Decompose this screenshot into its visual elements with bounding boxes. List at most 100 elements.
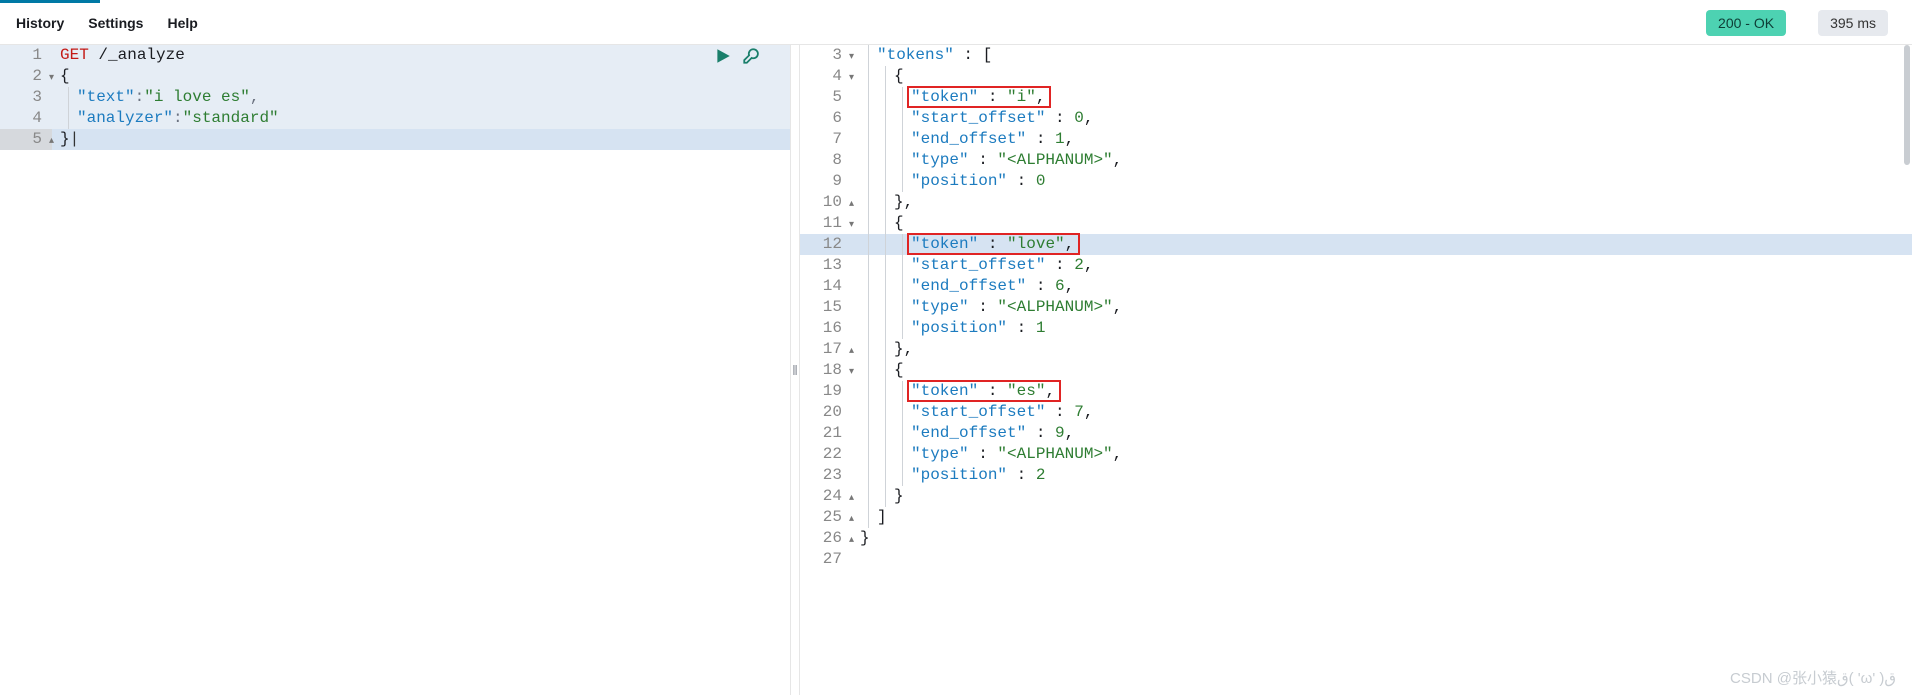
gutter-line-number: 25▴ — [800, 507, 852, 528]
response-line[interactable]: 20"start_offset" : 7, — [800, 402, 1912, 423]
response-line[interactable]: 11▾{ — [800, 213, 1912, 234]
code-content[interactable]: }| — [52, 129, 790, 150]
response-line[interactable]: 24▴} — [800, 486, 1912, 507]
request-line[interactable]: 4"analyzer":"standard" — [0, 108, 790, 129]
response-line[interactable]: 25▴] — [800, 507, 1912, 528]
response-line[interactable]: 27 — [800, 549, 1912, 570]
play-icon[interactable] — [714, 47, 732, 68]
gutter-line-number: 24▴ — [800, 486, 852, 507]
request-line[interactable]: 3"text":"i love es", — [0, 87, 790, 108]
gutter-line-number: 3 — [0, 87, 52, 108]
request-line[interactable]: 5▴}| — [0, 129, 790, 150]
response-line[interactable]: 18▾{ — [800, 360, 1912, 381]
code-content[interactable]: "token" : "i", — [852, 87, 1912, 108]
code-content[interactable]: "token" : "es", — [852, 381, 1912, 402]
response-line[interactable]: 4▾{ — [800, 66, 1912, 87]
code-content[interactable]: "end_offset" : 9, — [852, 423, 1912, 444]
code-content[interactable]: "end_offset" : 1, — [852, 129, 1912, 150]
code-content[interactable]: "analyzer":"standard" — [52, 108, 790, 129]
gutter-line-number: 3▾ — [800, 45, 852, 66]
code-content[interactable]: "type" : "<ALPHANUM>", — [852, 444, 1912, 465]
code-content[interactable]: { — [852, 213, 1912, 234]
gutter-line-number: 18▾ — [800, 360, 852, 381]
gutter-line-number: 10▴ — [800, 192, 852, 213]
gutter-line-number: 5 — [800, 87, 852, 108]
response-line[interactable]: 10▴}, — [800, 192, 1912, 213]
gutter-line-number: 15 — [800, 297, 852, 318]
gutter-line-number: 2▾ — [0, 66, 52, 87]
code-content[interactable]: "start_offset" : 2, — [852, 255, 1912, 276]
code-content[interactable]: } — [852, 486, 1912, 507]
response-line[interactable]: 7"end_offset" : 1, — [800, 129, 1912, 150]
code-content[interactable]: { — [852, 360, 1912, 381]
wrench-icon[interactable] — [742, 47, 760, 68]
code-content[interactable]: ] — [852, 507, 1912, 528]
gutter-line-number: 12 — [800, 234, 852, 255]
code-content[interactable]: "text":"i love es", — [52, 87, 790, 108]
menu-history[interactable]: History — [16, 15, 64, 31]
response-line[interactable]: 23"position" : 2 — [800, 465, 1912, 486]
code-content[interactable]: "tokens" : [ — [852, 45, 1912, 66]
gutter-line-number: 21 — [800, 423, 852, 444]
code-content[interactable]: "start_offset" : 7, — [852, 402, 1912, 423]
code-content[interactable]: "position" : 2 — [852, 465, 1912, 486]
gutter-line-number: 27 — [800, 549, 852, 570]
response-line[interactable]: 16"position" : 1 — [800, 318, 1912, 339]
gutter-line-number: 17▴ — [800, 339, 852, 360]
gutter-line-number: 26▴ — [800, 528, 852, 549]
response-line[interactable]: 3▾"tokens" : [ — [800, 45, 1912, 66]
request-line[interactable]: 1GET /_analyze — [0, 45, 790, 66]
response-line[interactable]: 14"end_offset" : 6, — [800, 276, 1912, 297]
gutter-line-number: 16 — [800, 318, 852, 339]
response-line[interactable]: 12"token" : "love", — [800, 234, 1912, 255]
code-content[interactable]: "end_offset" : 6, — [852, 276, 1912, 297]
response-line[interactable]: 9"position" : 0 — [800, 171, 1912, 192]
gutter-line-number: 11▾ — [800, 213, 852, 234]
timing-badge: 395 ms — [1818, 10, 1888, 36]
response-line[interactable]: 21"end_offset" : 9, — [800, 423, 1912, 444]
code-content[interactable]: { — [852, 66, 1912, 87]
gutter-line-number: 8 — [800, 150, 852, 171]
response-line[interactable]: 15"type" : "<ALPHANUM>", — [800, 297, 1912, 318]
code-content[interactable]: }, — [852, 192, 1912, 213]
gutter-line-number: 9 — [800, 171, 852, 192]
response-line[interactable]: 17▴}, — [800, 339, 1912, 360]
request-line[interactable]: 2▾{ — [0, 66, 790, 87]
request-editor[interactable]: 1GET /_analyze2▾{3"text":"i love es",4"a… — [0, 45, 790, 695]
tab-indicator — [0, 0, 100, 3]
code-content[interactable]: "position" : 1 — [852, 318, 1912, 339]
code-content[interactable]: "position" : 0 — [852, 171, 1912, 192]
code-content[interactable]: }, — [852, 339, 1912, 360]
gutter-line-number: 4 — [0, 108, 52, 129]
response-line[interactable]: 26▴} — [800, 528, 1912, 549]
gutter-line-number: 14 — [800, 276, 852, 297]
code-content[interactable]: "type" : "<ALPHANUM>", — [852, 150, 1912, 171]
scrollbar-thumb[interactable] — [1904, 45, 1910, 165]
response-line[interactable]: 19"token" : "es", — [800, 381, 1912, 402]
code-content[interactable]: GET /_analyze — [52, 45, 790, 66]
code-content[interactable]: } — [852, 528, 1912, 549]
response-line[interactable]: 6"start_offset" : 0, — [800, 108, 1912, 129]
menu-settings[interactable]: Settings — [88, 15, 143, 31]
code-content[interactable]: { — [52, 66, 790, 87]
menu-help[interactable]: Help — [167, 15, 197, 31]
code-content[interactable]: "type" : "<ALPHANUM>", — [852, 297, 1912, 318]
pane-splitter[interactable]: ‖ — [790, 45, 800, 695]
status-badge: 200 - OK — [1706, 10, 1786, 36]
gutter-line-number: 22 — [800, 444, 852, 465]
gutter-line-number: 7 — [800, 129, 852, 150]
gutter-line-number: 1 — [0, 45, 52, 66]
response-line[interactable]: 8"type" : "<ALPHANUM>", — [800, 150, 1912, 171]
gutter-line-number: 20 — [800, 402, 852, 423]
response-line[interactable]: 5"token" : "i", — [800, 87, 1912, 108]
response-viewer[interactable]: 3▾"tokens" : [4▾{5"token" : "i",6"start_… — [800, 45, 1912, 695]
gutter-line-number: 13 — [800, 255, 852, 276]
code-content[interactable]: "start_offset" : 0, — [852, 108, 1912, 129]
response-line[interactable]: 13"start_offset" : 2, — [800, 255, 1912, 276]
gutter-line-number: 6 — [800, 108, 852, 129]
response-line[interactable]: 22"type" : "<ALPHANUM>", — [800, 444, 1912, 465]
gutter-line-number: 23 — [800, 465, 852, 486]
code-content[interactable]: "token" : "love", — [852, 234, 1912, 255]
gutter-line-number: 5▴ — [0, 129, 52, 150]
menubar: History Settings Help 200 - OK 395 ms — [0, 0, 1912, 45]
